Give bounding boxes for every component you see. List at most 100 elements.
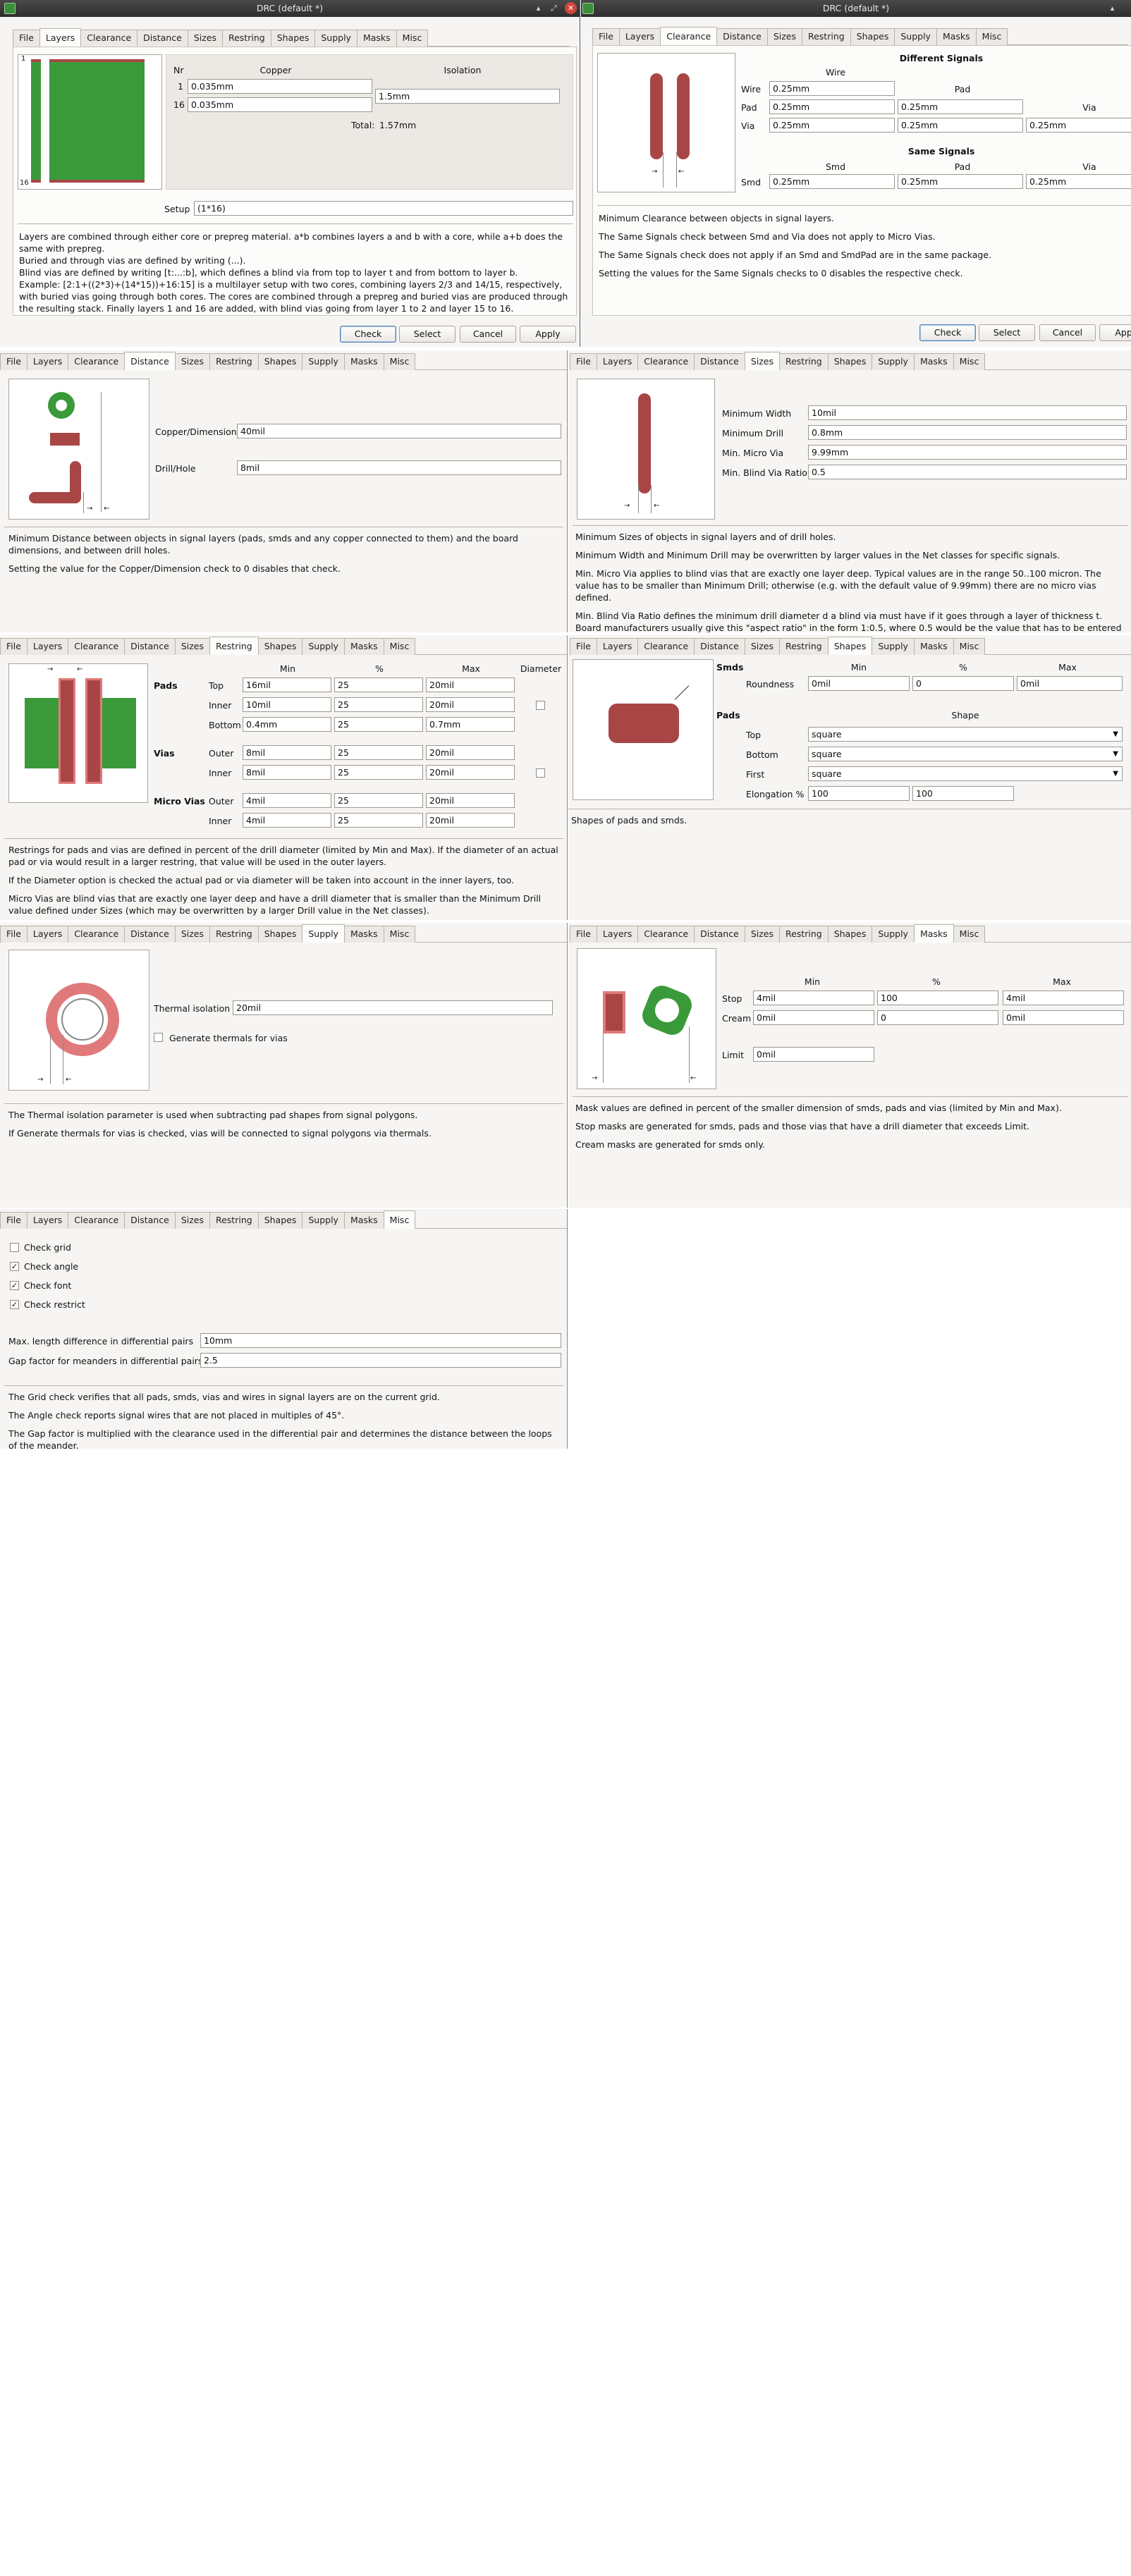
check-button[interactable]: Check [340,326,396,343]
tab-distance[interactable]: Distance [694,353,745,370]
tab-misc[interactable]: Misc [975,28,1008,45]
copper-dimension-input[interactable]: 40mil [237,424,561,438]
tab-masks[interactable]: Masks [343,353,384,370]
clearance-wire-wire-input[interactable]: 0.25mm [769,81,895,96]
clearance-smd-via-input[interactable]: 0.25mm [1026,174,1131,189]
tab-misc[interactable]: Misc [383,353,416,370]
tab-clearance[interactable]: Clearance [80,30,138,47]
pads-inner-pct-input[interactable]: 25 [334,697,423,712]
generate-thermals-checkbox[interactable] [154,1033,163,1042]
tab-misc[interactable]: Misc [953,926,986,943]
tab-supply[interactable]: Supply [302,353,345,370]
minimize-icon[interactable]: ▴ [1106,2,1118,14]
vias-outer-min-input[interactable]: 8mil [243,745,331,760]
check-restrict-checkbox[interactable]: ✓ [10,1300,19,1309]
clearance-via-wire-input[interactable]: 0.25mm [769,118,895,133]
min-blind-via-ratio-input[interactable]: 0.5 [808,465,1127,479]
micro-outer-min-input[interactable]: 4mil [243,793,331,808]
tab-layers[interactable]: Layers [26,638,69,655]
cream-min-input[interactable]: 0mil [753,1010,874,1025]
copper-thickness-input[interactable]: 0.035mm [188,79,372,94]
tab-layers[interactable]: Layers [26,926,69,943]
pad-first-shape-select[interactable]: square ▼ [808,766,1123,781]
check-button[interactable]: Check [919,324,976,341]
tab-file[interactable]: File [570,926,597,943]
tab-distance[interactable]: Distance [124,352,176,370]
clearance-pad-wire-input[interactable]: 0.25mm [769,99,895,114]
copper-thickness-input[interactable]: 0.035mm [188,97,372,112]
tab-distance[interactable]: Distance [124,1212,176,1229]
tab-clearance[interactable]: Clearance [660,27,718,45]
pads-diameter-checkbox[interactable] [536,701,545,710]
roundness-pct-input[interactable]: 0 [912,676,1014,691]
minimum-drill-input[interactable]: 0.8mm [808,425,1127,440]
pads-top-max-input[interactable]: 20mil [426,677,515,692]
pads-bottom-max-input[interactable]: 0.7mm [426,717,515,732]
tab-sizes[interactable]: Sizes [187,30,223,47]
tab-distance[interactable]: Distance [694,638,745,655]
tab-sizes[interactable]: Sizes [174,638,210,655]
limit-input[interactable]: 0mil [753,1047,874,1062]
tab-clearance[interactable]: Clearance [68,926,126,943]
clearance-smd-smd-input[interactable]: 0.25mm [769,174,895,189]
tab-restring[interactable]: Restring [801,28,851,45]
tab-masks[interactable]: Masks [913,924,954,943]
cancel-button[interactable]: Cancel [1039,324,1096,341]
gap-factor-input[interactable]: 2.5 [200,1353,561,1368]
tab-supply[interactable]: Supply [314,30,357,47]
pad-bottom-shape-select[interactable]: square ▼ [808,747,1123,761]
pads-inner-min-input[interactable]: 10mil [243,697,331,712]
tab-sizes[interactable]: Sizes [744,926,780,943]
tab-shapes[interactable]: Shapes [827,353,873,370]
tab-shapes[interactable]: Shapes [270,30,316,47]
pads-top-pct-input[interactable]: 25 [334,677,423,692]
tab-shapes[interactable]: Shapes [257,1212,303,1229]
close-icon[interactable]: ✕ [565,2,577,14]
micro-outer-pct-input[interactable]: 25 [334,793,423,808]
clearance-smd-pad-input[interactable]: 0.25mm [898,174,1023,189]
check-font-checkbox[interactable]: ✓ [10,1281,19,1290]
tab-restring[interactable]: Restring [209,1212,259,1229]
tab-misc[interactable]: Misc [953,353,986,370]
minimize-icon[interactable]: ▴ [532,2,544,14]
tab-file[interactable]: File [570,638,597,655]
pads-bottom-pct-input[interactable]: 25 [334,717,423,732]
apply-button[interactable]: Apply [520,326,576,343]
tab-file[interactable]: File [0,926,27,943]
drill-hole-input[interactable]: 8mil [237,460,561,475]
pads-top-min-input[interactable]: 16mil [243,677,331,692]
tab-sizes[interactable]: Sizes [174,926,210,943]
minimum-width-input[interactable]: 10mil [808,405,1127,420]
tab-supply[interactable]: Supply [894,28,937,45]
tab-file[interactable]: File [592,28,620,45]
tab-file[interactable]: File [570,353,597,370]
tab-supply[interactable]: Supply [872,353,915,370]
min-micro-via-input[interactable]: 9.99mm [808,445,1127,460]
select-button[interactable]: Select [399,326,456,343]
apply-button[interactable]: Apply [1099,324,1131,341]
cancel-button[interactable]: Cancel [460,326,516,343]
tab-restring[interactable]: Restring [209,353,259,370]
clearance-via-via-input[interactable]: 0.25mm [1026,118,1131,133]
tab-masks[interactable]: Masks [913,353,954,370]
tab-shapes[interactable]: Shapes [257,926,303,943]
tab-masks[interactable]: Masks [343,926,384,943]
tab-distance[interactable]: Distance [137,30,188,47]
tab-file[interactable]: File [13,30,40,47]
tab-distance[interactable]: Distance [124,926,176,943]
tab-misc[interactable]: Misc [953,638,986,655]
pads-inner-max-input[interactable]: 20mil [426,697,515,712]
elongation-bottom-input[interactable]: 100 [912,786,1014,801]
tab-supply[interactable]: Supply [872,926,915,943]
tab-layers[interactable]: Layers [596,638,639,655]
tab-distance[interactable]: Distance [124,638,176,655]
select-button[interactable]: Select [979,324,1035,341]
tab-sizes[interactable]: Sizes [744,352,780,370]
tab-clearance[interactable]: Clearance [68,638,126,655]
stop-max-input[interactable]: 4mil [1003,990,1124,1005]
tab-layers[interactable]: Layers [596,926,639,943]
tab-restring[interactable]: Restring [778,353,829,370]
pad-top-shape-select[interactable]: square ▼ [808,727,1123,742]
tab-shapes[interactable]: Shapes [850,28,895,45]
micro-inner-max-input[interactable]: 20mil [426,813,515,828]
